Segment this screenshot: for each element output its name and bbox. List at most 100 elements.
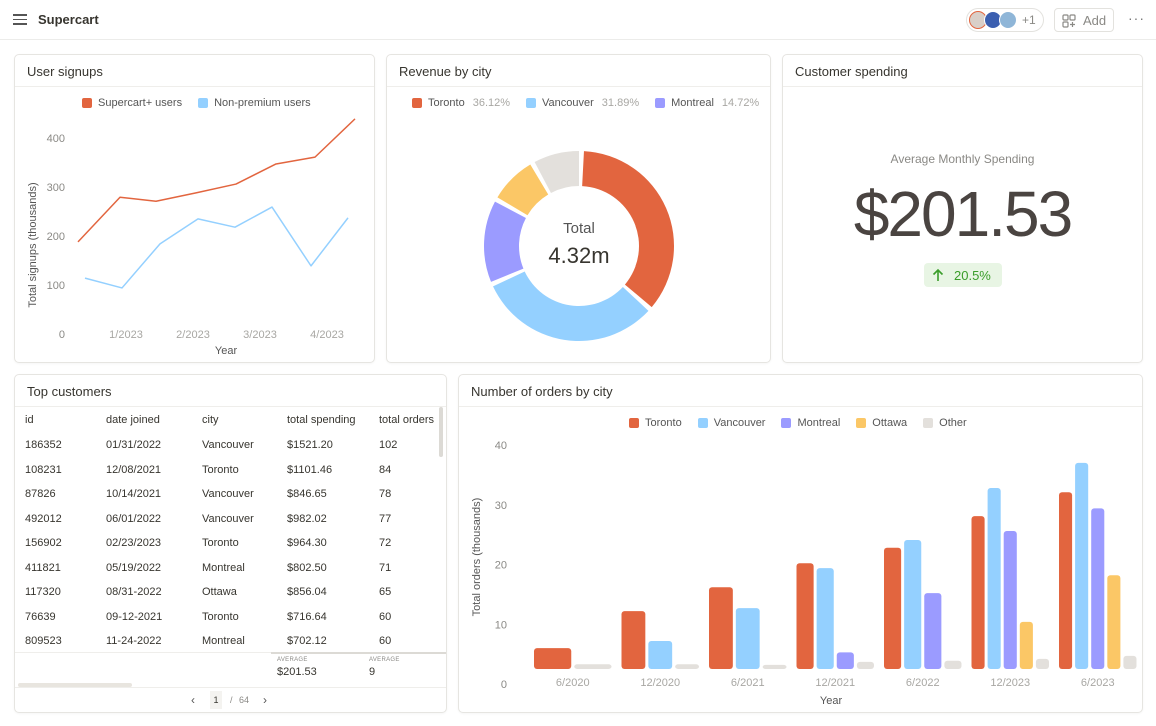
y-tick-label: 300 [47,182,65,194]
bar-montreal [836,652,854,669]
column-header[interactable]: total orders [369,407,439,433]
arrow-up-icon [932,268,944,281]
table-row[interactable]: 809523 11-24-2022 Montreal $702.12 60 [15,629,439,654]
add-button[interactable]: Add [1054,8,1114,32]
column-header[interactable]: city [192,407,277,433]
table-cell: Toronto [202,537,239,550]
donut-slice [484,201,526,282]
bar-toronto [534,648,572,669]
more-options-icon[interactable]: ··· [1128,10,1145,26]
donut-center-value: 4.32m [548,243,609,268]
table-cell: 84 [379,463,392,476]
table-cell: Toronto [202,463,239,476]
table-cell: 78 [379,488,392,501]
table-cell: 117320 [25,586,61,599]
next-page-icon[interactable]: › [263,693,267,707]
table-row[interactable]: 87826 10/14/2021 Vancouver $846.65 78 [15,482,439,507]
table-cell: $856.04 [287,586,327,599]
table-row[interactable]: 156902 02/23/2023 Toronto $964.30 72 [15,531,439,556]
bar-vancouver [648,640,673,669]
table-cell: 77 [379,512,392,525]
bar-other [944,660,962,669]
top-bar: Supercart +1 Add ··· [0,0,1156,40]
y-axis-title: Total signups (thousands) [27,182,39,307]
table-cell: 10/14/2021 [106,488,162,501]
table-cell: $964.30 [287,537,327,550]
table-cell: $1101.46 [287,463,333,476]
menu-icon[interactable] [13,14,27,25]
bar-vancouver [904,540,922,669]
prev-page-icon[interactable]: ‹ [191,693,195,707]
y-tick-label: 40 [495,440,507,452]
table-row[interactable]: 76639 09-12-2021 Toronto $716.64 60 [15,605,439,630]
vertical-scrollbar[interactable] [439,407,443,457]
bar-vancouver [1075,462,1089,669]
table-cell: 02/23/2023 [106,537,162,550]
avg-spending-value: $201.53 [277,666,317,678]
table-cell: 809523 [25,635,62,648]
table-cell: Ottawa [202,586,237,599]
card-title: Customer spending [795,64,908,79]
table-cell: Montreal [202,561,245,574]
x-tick-label: 6/2021 [731,677,765,689]
table-cell: 09-12-2021 [106,610,163,623]
table-row[interactable]: 186352 01/31/2022 Vancouver $1521.20 102 [15,433,439,458]
table-cell: 08/31-2022 [106,586,162,599]
table-cell: 01/31/2022 [106,439,162,452]
customer-spending-card: Customer spending Average Monthly Spendi… [782,54,1143,363]
bar-montreal [1003,531,1017,669]
avg-orders-label: AVERAGE [369,657,400,663]
table-row[interactable]: 108231 12/08/2021 Toronto $1101.46 84 [15,458,439,483]
table-cell: 72 [379,537,392,550]
bar-ottawa [1107,575,1121,669]
table-cell: 06/01/2022 [106,512,162,525]
table-cell: 60 [379,610,392,623]
table-cell: 11-24-2022 [106,635,162,648]
orders-by-city-card: Number of orders by city Toronto Vancouve… [458,374,1143,713]
table-cell: $846.65 [287,488,327,501]
donut-center-label: Total [563,220,595,237]
table-cell: 186352 [25,439,62,452]
table-row[interactable]: 411821 05/19/2022 Montreal $802.50 71 [15,556,439,581]
bar-other [1035,658,1049,669]
table-cell: Vancouver [202,439,254,452]
table-cell: Montreal [202,635,245,648]
table-cell: 60 [379,635,392,648]
x-tick-label: 12/2023 [990,677,1030,689]
table-cell: 108231 [25,463,62,476]
y-tick-label: 200 [47,231,65,243]
column-header[interactable]: date joined [96,407,192,433]
customers-table: id date joined city total spending total ord… [15,407,439,654]
table-row[interactable]: 492012 06/01/2022 Vancouver $982.02 77 [15,507,439,532]
top-customers-card: Top customers id date joined city total spe… [14,374,447,713]
y-tick-label: 0 [501,679,507,691]
table-cell: Vancouver [202,488,254,501]
y-tick-label: 20 [495,560,507,572]
y-axis-title: Total orders (thousands) [471,498,483,617]
bar-vancouver [816,568,834,669]
x-tick-label: 6/2023 [1081,677,1115,689]
donut-slice [493,271,649,342]
revenue-donut-chart: Total 4.32m [484,151,674,342]
table-cell: 71 [379,561,392,574]
collaborators-button[interactable]: +1 [966,8,1044,32]
avg-spending-label: AVERAGE [277,657,308,663]
metric-value: $201.53 [853,178,1073,250]
table-row[interactable]: 117320 08/31-2022 Ottawa $856.04 65 [15,580,439,605]
page-separator: / [230,695,233,705]
column-header[interactable]: id [15,407,96,433]
current-page[interactable]: 1 [210,691,222,709]
collaborators-count: +1 [1022,13,1036,27]
bar-ottawa [1019,621,1033,669]
add-widget-icon [1062,14,1076,28]
bar-toronto [709,587,733,669]
bar-toronto [884,547,902,669]
table-cell: 12/08/2021 [106,463,162,476]
column-header[interactable]: total spending [277,407,369,433]
table-cell: $982.02 [287,512,327,525]
x-tick-label: 4/2023 [310,329,344,341]
table-cell: 05/19/2022 [106,561,162,574]
bar-toronto [621,611,646,669]
table-header-row: id date joined city total spending total ord… [15,407,439,433]
x-tick-label: 6/2022 [906,677,940,689]
